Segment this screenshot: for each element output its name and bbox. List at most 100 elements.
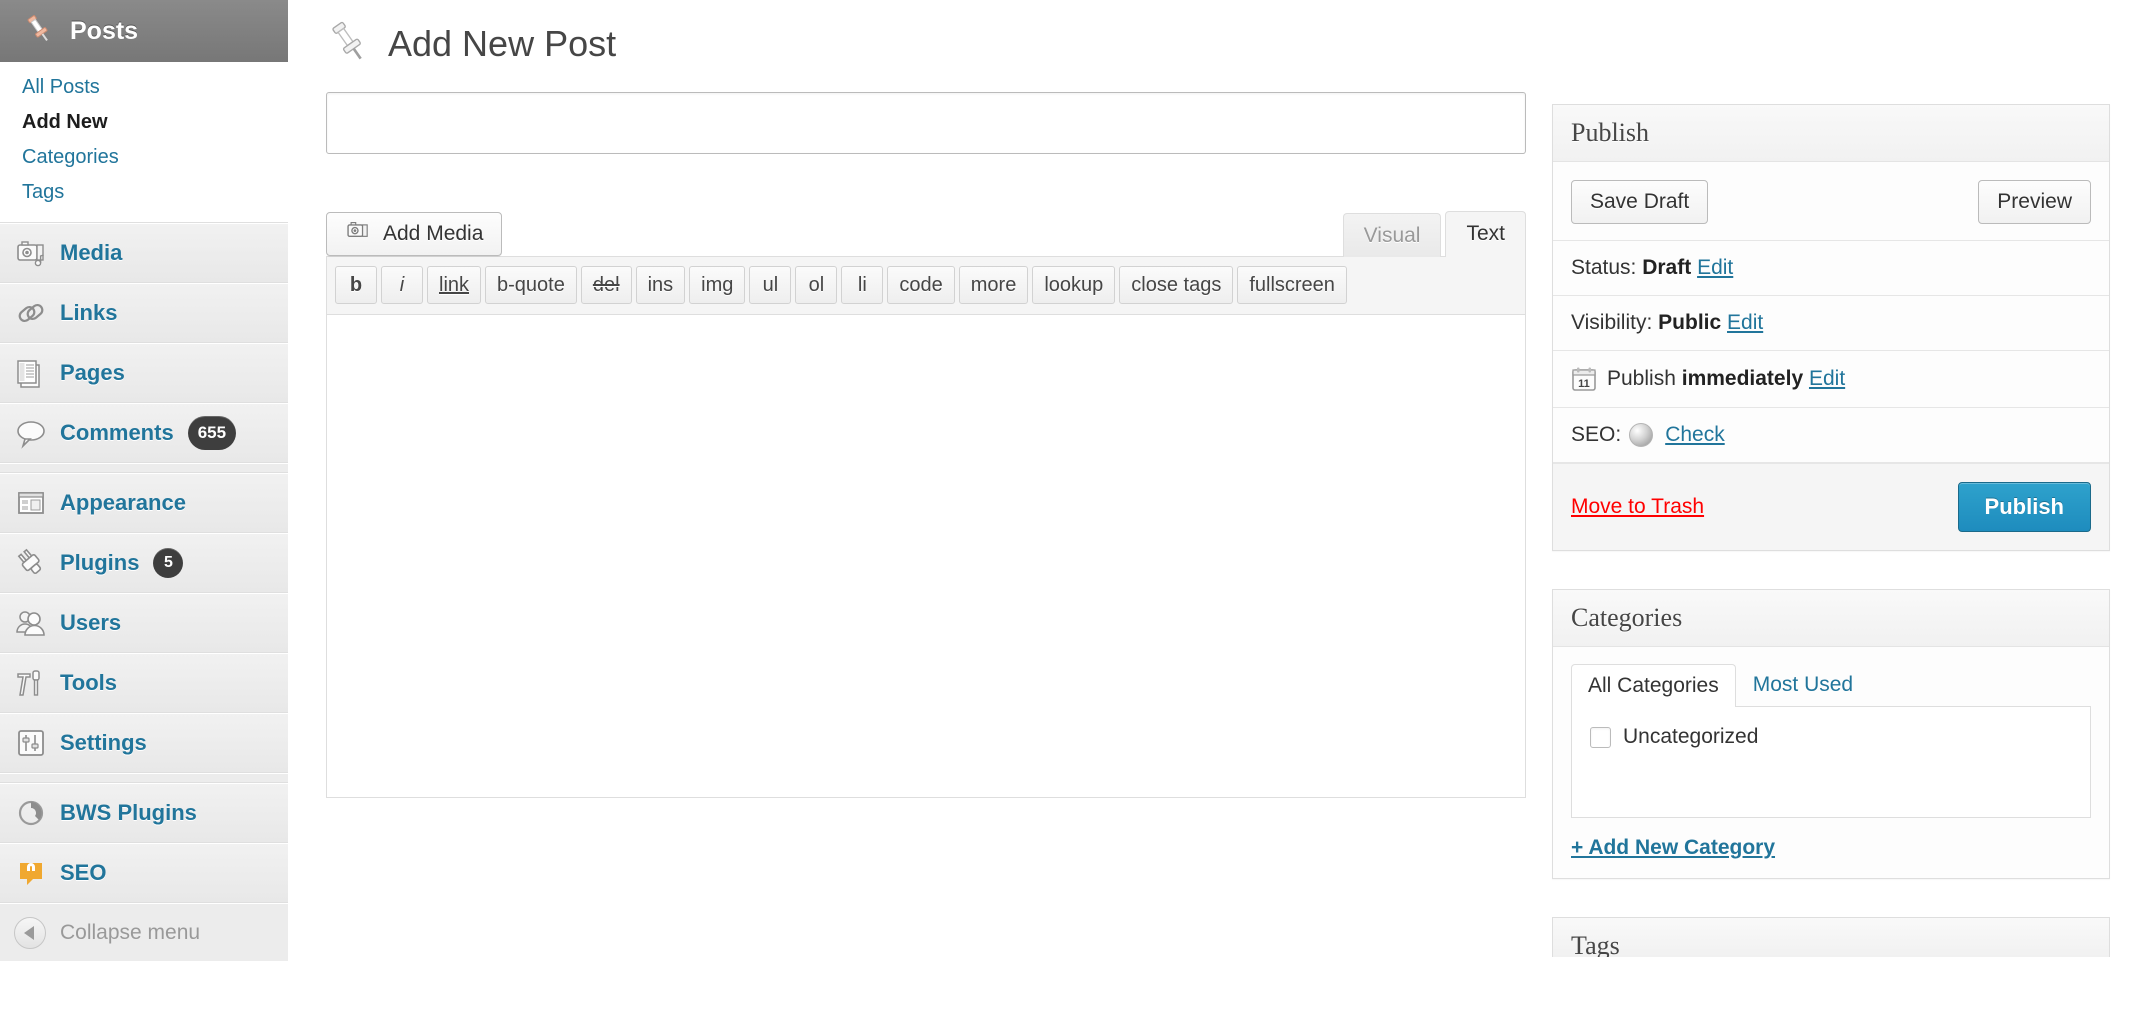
sidebar-item-seo[interactable]: SEO [0, 843, 288, 903]
visibility-edit-link[interactable]: Edit [1727, 311, 1763, 335]
sidebar-item-comments-label: Comments [60, 420, 174, 445]
sidebar-item-pages-label: Pages [60, 360, 125, 385]
sidebar-item-posts[interactable]: Posts [0, 0, 310, 62]
sidebar-item-plugins[interactable]: Plugins 5 [0, 533, 288, 593]
submenu-item-tags[interactable]: Tags [0, 175, 288, 210]
sidebar-item-settings-label: Settings [60, 730, 147, 755]
quicktag-b-quote[interactable]: b-quote [485, 266, 577, 304]
visibility-value: Public [1658, 311, 1722, 334]
quicktag-ins[interactable]: ins [635, 266, 686, 304]
save-draft-button[interactable]: Save Draft [1571, 180, 1709, 224]
categories-box: Categories All Categories Most Used Unca… [1552, 589, 2110, 879]
sidebar-divider-2 [0, 773, 288, 783]
quicktag-ol[interactable]: ol [795, 266, 838, 304]
publish-button[interactable]: Publish [1957, 482, 2091, 532]
media-icon [14, 236, 48, 270]
sidebar-item-users-label: Users [60, 610, 122, 635]
status-row: Status: Draft Edit [1553, 241, 2109, 296]
publish-box-heading: Publish [1553, 105, 2109, 162]
category-item-uncategorized[interactable]: Uncategorized [1590, 725, 2072, 749]
quicktag-close-tags[interactable]: close tags [1119, 266, 1234, 304]
tab-visual[interactable]: Visual [1342, 213, 1442, 257]
sidebar-divider [0, 463, 288, 473]
schedule-edit-link[interactable]: Edit [1809, 367, 1845, 391]
quicktag-lookup[interactable]: lookup [1032, 266, 1116, 304]
tab-text[interactable]: Text [1445, 211, 1526, 257]
category-checkbox[interactable] [1590, 726, 1611, 748]
publish-footer: Move to Trash Publish [1553, 463, 2109, 550]
submenu-item-add-new[interactable]: Add New [0, 105, 288, 140]
quicktags-toolbar: b i link b-quote del ins img ul ol li co… [327, 257, 1525, 315]
sidebar-item-appearance[interactable]: Appearance [0, 473, 288, 533]
sidebar-item-bws-plugins-label: BWS Plugins [60, 800, 197, 825]
editor-mode-tabs: Visual Text [1339, 211, 1526, 257]
categories-tabs: All Categories Most Used [1553, 647, 2109, 707]
publish-actions-row: Save Draft Preview [1553, 162, 2109, 241]
add-media-button[interactable]: Add Media [326, 212, 503, 256]
categories-box-heading: Categories [1553, 590, 2109, 647]
add-new-category-link[interactable]: + Add New Category [1553, 818, 2109, 878]
status-value: Draft [1642, 256, 1692, 279]
categories-list: Uncategorized [1571, 706, 2091, 818]
admin-sidebar: Posts All Posts Add New Categories Tags [0, 0, 310, 1012]
tab-most-used[interactable]: Most Used [1736, 663, 1870, 706]
quicktag-link[interactable]: link [427, 266, 482, 304]
comment-icon [14, 416, 48, 450]
quicktag-img[interactable]: img [689, 266, 746, 304]
seo-label: SEO: [1571, 423, 1622, 446]
comments-count-badge: 655 [187, 416, 237, 450]
seo-status-indicator-icon [1629, 423, 1654, 447]
pages-icon [14, 356, 48, 390]
status-edit-link[interactable]: Edit [1697, 256, 1733, 280]
quicktag-fullscreen[interactable]: fullscreen [1237, 266, 1347, 304]
tags-box-heading: Tags [1552, 917, 2110, 957]
submenu-item-categories[interactable]: Categories [0, 140, 288, 175]
sidebar-item-settings[interactable]: Settings [0, 713, 288, 773]
quicktag-li[interactable]: li [841, 266, 884, 304]
sidebar-item-tools[interactable]: Tools [0, 653, 288, 713]
sidebar-item-seo-label: SEO [60, 860, 107, 885]
sidebar-item-links-label: Links [60, 300, 118, 325]
svg-text:11: 11 [1578, 378, 1590, 390]
bws-icon [14, 796, 48, 830]
quicktag-more[interactable]: more [958, 266, 1029, 304]
appearance-icon [14, 486, 48, 520]
sidebar-item-posts-label: Posts [70, 16, 139, 45]
sidebar-item-appearance-label: Appearance [60, 490, 186, 515]
sidebar-meta-column: Publish Save Draft Preview Status: Draft… [1552, 104, 2110, 957]
pushpin-icon [326, 19, 372, 70]
seo-check-link[interactable]: Check [1665, 423, 1725, 447]
submenu-item-all-posts[interactable]: All Posts [0, 70, 288, 105]
posts-submenu: All Posts Add New Categories Tags [0, 62, 288, 223]
post-title-input[interactable] [326, 92, 1526, 154]
sidebar-item-users[interactable]: Users [0, 593, 288, 653]
schedule-value: immediately [1681, 367, 1804, 390]
page-title: Add New Post [388, 23, 617, 64]
schedule-row: 11 Publish immediately Edit [1553, 351, 2109, 408]
media-icon [345, 218, 371, 250]
pushpin-icon [22, 12, 56, 51]
quicktag-del[interactable]: del [580, 266, 632, 304]
collapse-menu-button[interactable]: Collapse menu [0, 903, 288, 961]
editor-container: b i link b-quote del ins img ul ol li co… [326, 256, 1526, 798]
sidebar-item-bws-plugins[interactable]: BWS Plugins [0, 783, 288, 843]
collapse-menu-label: Collapse menu [60, 920, 201, 944]
sidebar-item-media[interactable]: Media [0, 223, 288, 283]
sidebar-item-pages[interactable]: Pages [0, 343, 288, 403]
settings-icon [14, 726, 48, 760]
editor-toolbar-row: Add Media Visual Text [326, 206, 1526, 257]
quicktag-bold[interactable]: b [335, 266, 377, 304]
status-label: Status: [1571, 256, 1637, 279]
plugin-icon [14, 546, 48, 580]
quicktag-ul[interactable]: ul [749, 266, 792, 304]
tab-all-categories[interactable]: All Categories [1571, 664, 1736, 707]
wordpress-admin-screen: Posts All Posts Add New Categories Tags [0, 0, 2144, 1012]
preview-button[interactable]: Preview [1978, 180, 2091, 224]
move-to-trash-link[interactable]: Move to Trash [1571, 495, 1704, 519]
quicktag-code[interactable]: code [887, 266, 955, 304]
sidebar-item-links[interactable]: Links [0, 283, 288, 343]
sidebar-item-comments[interactable]: Comments 655 [0, 403, 288, 463]
quicktag-italic[interactable]: i [381, 266, 423, 304]
post-content-textarea[interactable] [327, 315, 1525, 797]
seo-row: SEO: Check [1553, 408, 2109, 463]
